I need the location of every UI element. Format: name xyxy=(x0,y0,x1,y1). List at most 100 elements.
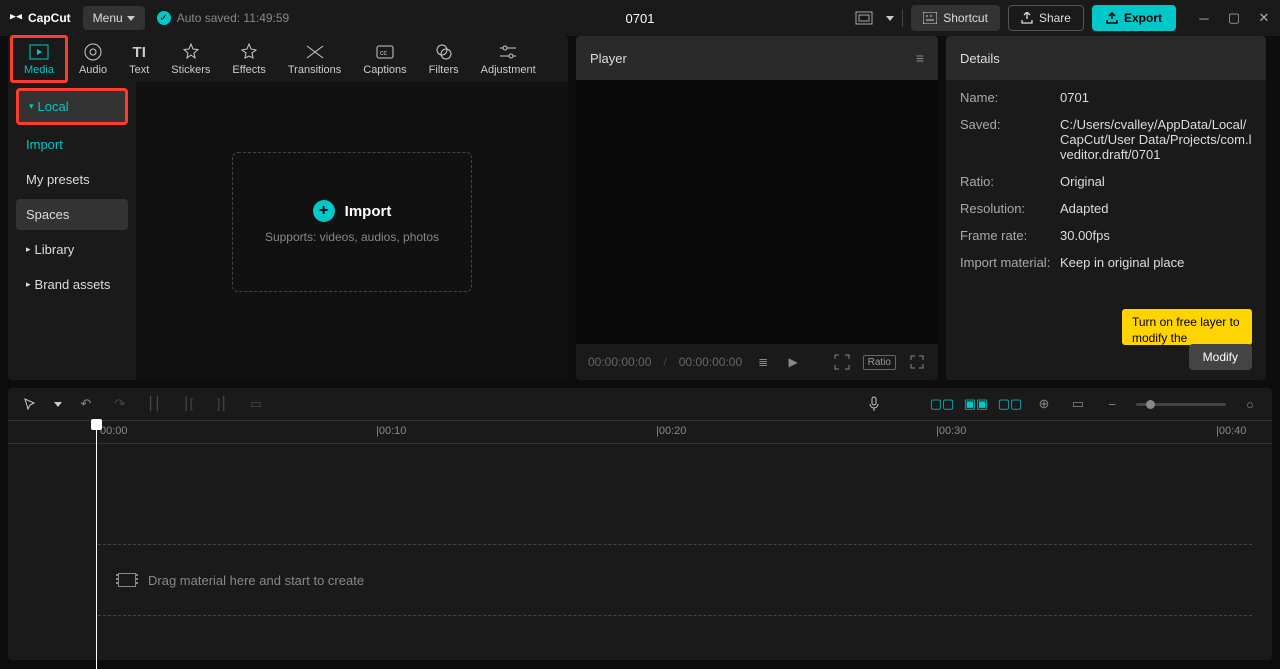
export-button[interactable]: Export xyxy=(1092,5,1176,31)
import-box[interactable]: + Import Supports: videos, audios, photo… xyxy=(232,152,472,292)
player-title: Player xyxy=(590,51,627,66)
transitions-icon xyxy=(305,42,325,62)
tool-tabbar: Media Audio TI Text Stickers Effects Tra… xyxy=(8,36,568,82)
magnet-link-icon[interactable]: ▣▣ xyxy=(966,394,986,414)
timeline-tracks[interactable]: Drag material here and start to create xyxy=(8,444,1272,656)
detail-label: Ratio: xyxy=(960,174,1060,189)
player-viewport[interactable] xyxy=(576,80,938,344)
sidebar-item-import[interactable]: Import xyxy=(16,129,128,160)
share-icon xyxy=(1021,12,1033,24)
tab-media[interactable]: Media xyxy=(10,35,68,83)
tab-stickers[interactable]: Stickers xyxy=(160,38,221,80)
ruler-mark: |00:30 xyxy=(936,425,966,437)
shortcut-button[interactable]: Shortcut xyxy=(911,5,1000,31)
import-title: Import xyxy=(345,203,392,220)
detail-label: Resolution: xyxy=(960,201,1060,216)
ruler-mark: |00:10 xyxy=(376,425,406,437)
player-time-total: 00:00:00:00 xyxy=(679,355,742,369)
split-left-icon[interactable]: ⎮[ xyxy=(178,394,198,414)
detail-value: Keep in original place xyxy=(1060,255,1252,270)
detail-value: 30.00fps xyxy=(1060,228,1252,243)
mic-icon[interactable] xyxy=(864,394,884,414)
preview-icon[interactable]: ▭ xyxy=(1068,394,1088,414)
caret-down-icon: ▾ xyxy=(29,101,34,112)
magnet-main-icon[interactable]: ▢▢ xyxy=(932,394,952,414)
framing-icon[interactable] xyxy=(833,353,851,371)
detail-value: Original xyxy=(1060,174,1252,189)
media-sidebar: ▾Local Import My presets Spaces ▸Library… xyxy=(8,82,136,380)
detail-value: Adapted xyxy=(1060,201,1252,216)
chevron-down-icon xyxy=(127,16,135,21)
ruler-mark: |00:20 xyxy=(656,425,686,437)
fullscreen-icon[interactable] xyxy=(908,353,926,371)
svg-text:cc: cc xyxy=(380,50,388,57)
detail-label: Saved: xyxy=(960,117,1060,162)
detail-label: Name: xyxy=(960,90,1060,105)
audio-icon xyxy=(83,42,103,62)
tab-adjustment[interactable]: Adjustment xyxy=(470,38,547,80)
magnet-snap-icon[interactable]: ▢▢ xyxy=(1000,394,1020,414)
chevron-down-icon[interactable] xyxy=(886,16,894,21)
autosave-status: ✓ Auto saved: 11:49:59 xyxy=(157,11,290,25)
split-icon[interactable]: ⎮⎮ xyxy=(144,394,164,414)
tab-audio[interactable]: Audio xyxy=(68,38,118,80)
app-logo: CapCut xyxy=(8,10,71,26)
link-icon[interactable]: ⊕ xyxy=(1034,394,1054,414)
tab-text[interactable]: TI Text xyxy=(118,38,160,80)
free-layer-tooltip: Turn on free layer to modify the xyxy=(1122,309,1252,345)
details-body: Name:0701 Saved:C:/Users/cvalley/AppData… xyxy=(946,80,1266,280)
sidebar-item-library[interactable]: ▸Library xyxy=(16,234,128,265)
split-right-icon[interactable]: ]⎮ xyxy=(212,394,232,414)
media-icon xyxy=(29,42,49,62)
ruler-mark: |00:40 xyxy=(1216,425,1246,437)
tab-transitions[interactable]: Transitions xyxy=(277,38,352,80)
tab-filters[interactable]: Filters xyxy=(418,38,470,80)
cursor-tool-icon[interactable] xyxy=(20,394,40,414)
ratio-button[interactable]: Ratio xyxy=(863,355,896,370)
export-icon xyxy=(1106,12,1118,24)
tab-captions[interactable]: cc Captions xyxy=(352,38,417,80)
detail-label: Frame rate: xyxy=(960,228,1060,243)
effects-icon xyxy=(239,42,259,62)
menu-button[interactable]: Menu xyxy=(83,6,145,30)
text-icon: TI xyxy=(129,42,149,62)
media-drop-area[interactable]: + Import Supports: videos, audios, photo… xyxy=(136,82,568,380)
detail-label: Import material: xyxy=(960,255,1060,270)
details-title: Details xyxy=(960,51,1000,66)
sidebar-item-local[interactable]: ▾Local xyxy=(16,88,128,125)
close-button[interactable]: ✕ xyxy=(1256,10,1272,26)
timeline-ruler[interactable]: 00:00 |00:10 |00:20 |00:30 |00:40 xyxy=(8,420,1272,444)
captions-icon: cc xyxy=(375,42,395,62)
tab-effects[interactable]: Effects xyxy=(221,38,276,80)
sidebar-item-spaces[interactable]: Spaces xyxy=(16,199,128,230)
track-drop-hint[interactable]: Drag material here and start to create xyxy=(98,544,1252,616)
maximize-button[interactable]: ▢ xyxy=(1226,10,1242,26)
adjustment-icon xyxy=(498,42,518,62)
delete-icon[interactable]: ▭ xyxy=(246,394,266,414)
zoom-fit-icon[interactable]: ○ xyxy=(1240,394,1260,414)
caret-right-icon: ▸ xyxy=(26,244,31,255)
plus-icon: + xyxy=(313,200,335,222)
detail-value: 0701 xyxy=(1060,90,1252,105)
project-title: 0701 xyxy=(626,11,655,26)
aspect-ratio-icon[interactable] xyxy=(850,4,878,32)
sidebar-item-brand-assets[interactable]: ▸Brand assets xyxy=(16,269,128,300)
zoom-out-icon[interactable]: − xyxy=(1102,394,1122,414)
share-button[interactable]: Share xyxy=(1008,5,1084,31)
playhead[interactable] xyxy=(96,420,97,669)
minimize-button[interactable]: ─ xyxy=(1196,10,1212,26)
player-menu-icon[interactable]: ≡ xyxy=(916,50,924,66)
chevron-down-icon[interactable] xyxy=(54,402,62,407)
import-subtitle: Supports: videos, audios, photos xyxy=(265,230,439,244)
zoom-slider[interactable] xyxy=(1136,403,1226,406)
film-icon xyxy=(118,573,136,587)
modify-button[interactable]: Modify xyxy=(1189,344,1252,370)
keyboard-icon xyxy=(923,12,937,24)
list-icon[interactable]: ≣ xyxy=(754,353,772,371)
sidebar-item-presets[interactable]: My presets xyxy=(16,164,128,195)
play-button[interactable]: ▶ xyxy=(784,353,802,371)
caret-right-icon: ▸ xyxy=(26,279,31,290)
redo-button[interactable]: ↷ xyxy=(110,394,130,414)
detail-value: C:/Users/cvalley/AppData/Local/CapCut/Us… xyxy=(1060,117,1252,162)
undo-button[interactable]: ↶ xyxy=(76,394,96,414)
